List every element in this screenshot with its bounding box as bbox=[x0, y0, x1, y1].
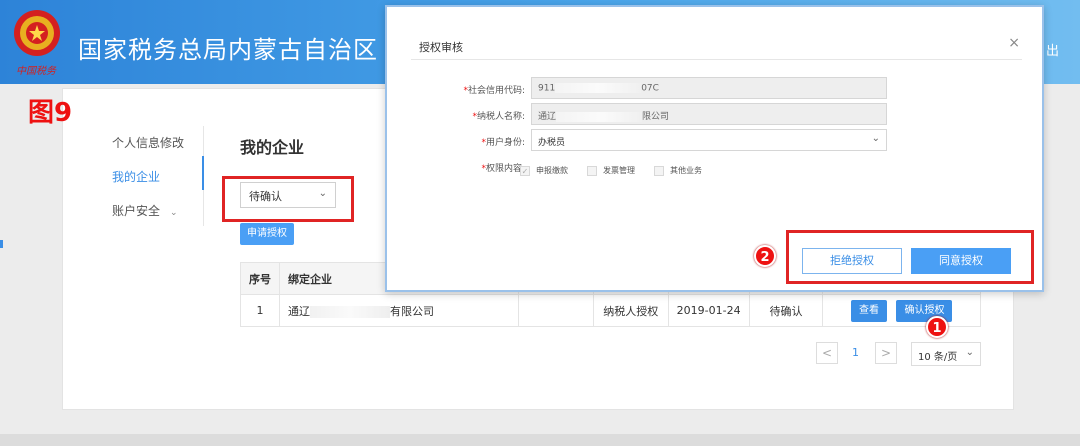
pagination-prev-button[interactable]: < bbox=[816, 342, 838, 364]
figure-label: 图9 bbox=[28, 98, 73, 128]
taxpayer-name-suffix: 限公司 bbox=[642, 112, 670, 122]
view-button[interactable]: 查看 bbox=[850, 299, 887, 322]
sidebar-active-indicator bbox=[202, 156, 204, 190]
cell-date: 2019-01-24 bbox=[667, 294, 750, 327]
redacted-block bbox=[310, 305, 390, 318]
apply-authorization-button[interactable]: 申请授权 bbox=[240, 223, 294, 245]
sidebar-item-account-security[interactable]: 账户安全 ⌄ bbox=[112, 202, 178, 219]
label-text: 社会信用代码: bbox=[467, 86, 525, 96]
page-title: 我的企业 bbox=[240, 138, 305, 157]
national-emblem-icon bbox=[14, 10, 60, 56]
highlight-box-filter bbox=[222, 176, 354, 222]
redacted-block bbox=[555, 83, 642, 93]
sidebar-item-my-company[interactable]: 我的企业 bbox=[112, 168, 160, 185]
pagination-current-page[interactable]: 1 bbox=[852, 346, 859, 359]
cell-auth-type: 纳税人授权 bbox=[592, 294, 669, 327]
chevron-down-icon: ⌄ bbox=[965, 347, 974, 358]
permission-invoice[interactable]: 发票管理 bbox=[587, 165, 635, 176]
table-row: 1 通辽 有限公司 纳税人授权 2019-01-24 待确认 查看 确认授权 bbox=[240, 294, 981, 327]
sidebar-item-label: 账户安全 bbox=[112, 204, 161, 218]
taxpayer-name-label: *纳税人名称: bbox=[431, 109, 525, 122]
cell-index: 1 bbox=[240, 294, 280, 327]
step-marker-one: 1 bbox=[926, 316, 948, 338]
brand-script-logo: 中国税务 bbox=[16, 66, 56, 77]
cell-blank bbox=[517, 294, 594, 327]
checkbox-icon bbox=[587, 165, 597, 176]
sidebar-item-profile[interactable]: 个人信息修改 bbox=[112, 134, 184, 151]
company-name-prefix: 通辽 bbox=[288, 304, 310, 318]
user-identity-label: *用户身份: bbox=[431, 135, 525, 148]
taxpayer-name-prefix: 通辽 bbox=[538, 112, 557, 122]
column-header-index: 序号 bbox=[240, 262, 280, 295]
label-text: 用户身份: bbox=[485, 138, 525, 148]
company-name-suffix: 有限公司 bbox=[390, 304, 434, 318]
dialog-title: 授权审核 bbox=[419, 41, 463, 54]
site-title: 国家税务总局内蒙古自治区 bbox=[78, 36, 378, 64]
cell-company: 通辽 有限公司 bbox=[279, 294, 519, 327]
highlight-box-dialog-actions bbox=[786, 230, 1034, 284]
credit-code-prefix: 911 bbox=[538, 83, 556, 94]
label-text: 纳税人名称: bbox=[476, 112, 525, 122]
sidebar: 个人信息修改 我的企业 账户安全 ⌄ bbox=[104, 126, 204, 226]
chevron-down-icon: ⌄ bbox=[170, 208, 178, 218]
taxpayer-name-field: 通辽 限公司 bbox=[531, 103, 887, 125]
user-identity-value: 办税员 bbox=[538, 138, 566, 148]
page-size-value: 10 条/页 bbox=[918, 352, 958, 363]
pagination-next-button[interactable]: > bbox=[875, 342, 897, 364]
credit-code-field: 911 07C bbox=[531, 77, 887, 99]
redacted-block bbox=[556, 111, 643, 122]
permission-other[interactable]: 其他业务 bbox=[654, 165, 702, 176]
permission-label: 其他业务 bbox=[670, 166, 702, 175]
cell-status: 待确认 bbox=[748, 294, 824, 327]
credit-code-suffix: 07C bbox=[641, 83, 659, 94]
checkbox-icon bbox=[654, 165, 664, 176]
permissions-label: *权限内容: bbox=[431, 161, 525, 174]
logout-link[interactable]: 出 bbox=[1046, 40, 1059, 59]
checkbox-checked-icon: ✓ bbox=[520, 165, 530, 176]
footer-bar bbox=[0, 434, 1080, 446]
permission-declare-pay[interactable]: ✓ 申报缴款 bbox=[520, 165, 568, 176]
permission-label: 申报缴款 bbox=[536, 166, 568, 175]
left-edge-marker bbox=[0, 240, 3, 248]
close-icon[interactable]: × bbox=[1008, 35, 1020, 51]
page-size-select[interactable]: 10 条/页 ⌄ bbox=[911, 342, 981, 366]
cell-actions: 查看 确认授权 bbox=[822, 294, 981, 327]
dialog-divider bbox=[411, 59, 1022, 60]
credit-code-label: *社会信用代码: bbox=[431, 83, 525, 96]
permission-label: 发票管理 bbox=[603, 166, 635, 175]
chevron-down-icon: ⌄ bbox=[871, 133, 880, 144]
user-identity-select[interactable]: 办税员 ⌄ bbox=[531, 129, 887, 151]
step-marker-two: 2 bbox=[754, 245, 776, 267]
